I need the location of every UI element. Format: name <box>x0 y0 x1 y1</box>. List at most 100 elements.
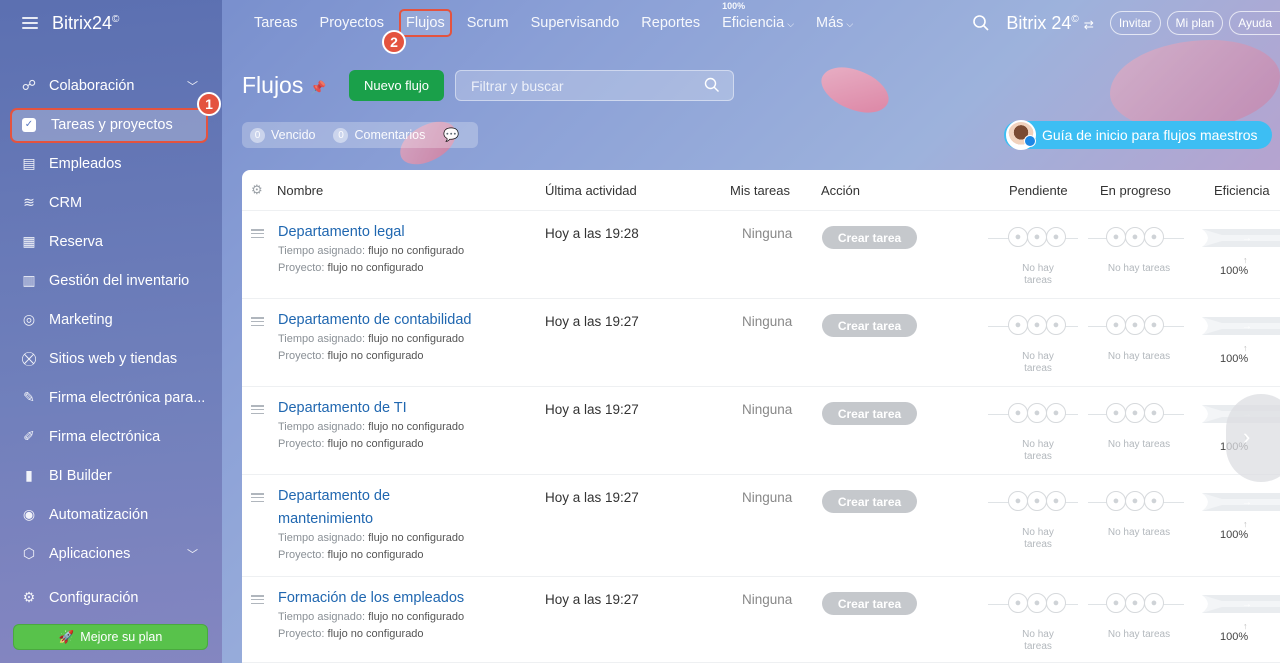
create-task-button[interactable]: Crear tarea <box>822 314 917 337</box>
sidebar-item-configuration[interactable]: ⚙ Configuración <box>0 578 222 617</box>
sidebar-item-2[interactable]: ▤ Empleados <box>0 144 222 183</box>
last-activity: Hoy a las 19:27 <box>545 314 639 329</box>
invite-button[interactable]: Invitar <box>1109 11 1161 35</box>
drag-handle-icon[interactable] <box>251 493 264 502</box>
guide-button[interactable]: Guía de inicio para flujos maestros <box>1004 120 1272 150</box>
help-button[interactable]: Ayuda <box>1229 11 1280 35</box>
avatar-group: ● ● ● <box>1106 315 1164 335</box>
tab-1[interactable]: Proyectos <box>320 15 384 31</box>
table-row[interactable]: Departamento de contabilidad Tiempo asign… <box>242 299 1280 387</box>
tab-label: Flujos <box>406 15 445 31</box>
sidebar-item-0[interactable]: ☍ Colaboración ﹀ <box>0 66 222 105</box>
tab-7[interactable]: Más ⌵ <box>816 15 853 31</box>
avatar-group: ● ● ● <box>1008 315 1066 335</box>
settings-toggle-icon[interactable]: ⇄ <box>1084 18 1094 32</box>
sidebar-item-9[interactable]: ✐ Firma electrónica <box>0 417 222 456</box>
marketing-icon: ◎ <box>22 311 36 327</box>
sidebar-item-5[interactable]: ▥ Gestión del inventario <box>0 261 222 300</box>
pending-avatars: ● ● ● <box>988 593 1078 613</box>
sidebar-item-4[interactable]: ▦ Reserva <box>0 222 222 261</box>
create-task-button[interactable]: Crear tarea <box>822 490 917 513</box>
my-plan-button[interactable]: Mi plan <box>1166 11 1224 35</box>
tab-4[interactable]: Supervisando <box>531 15 620 31</box>
upgrade-plan-button[interactable]: 🚀 Mejore su plan <box>13 624 208 650</box>
avatar-group: ● ● ● <box>1008 403 1066 423</box>
flow-name-link[interactable]: Departamento legal <box>278 221 498 244</box>
sidebar-item-11[interactable]: ◉ Automatización <box>0 495 222 534</box>
sidebar-item-3[interactable]: ≋ CRM <box>0 183 222 222</box>
cube-icon: ⬡ <box>22 545 36 561</box>
avatar-placeholder-icon: ● <box>1046 227 1066 247</box>
flow-name-link[interactable]: Departamento de mantenimiento <box>278 485 408 531</box>
drag-handle-icon[interactable] <box>251 595 264 604</box>
avatar-placeholder-icon: ● <box>1027 227 1047 247</box>
avatar-group: ● ● ● <box>1106 491 1164 511</box>
tab-3[interactable]: Scrum <box>467 15 509 31</box>
sidebar-item-6[interactable]: ◎ Marketing <box>0 300 222 339</box>
drag-handle-icon[interactable] <box>251 317 264 326</box>
bitrix-logo[interactable]: Bitrix 24© ⇄ <box>1006 13 1093 34</box>
sidebar-item-label: Aplicaciones <box>49 545 131 562</box>
table-row[interactable]: Departamento de TI Tiempo asignado: flujo… <box>242 387 1280 475</box>
overdue-counter[interactable]: 0 Vencido <box>250 127 315 143</box>
search-input[interactable] <box>455 70 734 101</box>
create-task-button[interactable]: Crear tarea <box>822 592 917 615</box>
tab-6[interactable]: 100% Eficiencia ⌵ <box>722 1 794 31</box>
sidebar-item-10[interactable]: ▮ BI Builder <box>0 456 222 495</box>
sidebar: Bitrix24© ☍ Colaboración ﹀ ✓ Tareas y proyec… <box>0 0 222 663</box>
col-efficiency: Eficiencia <box>1214 183 1270 198</box>
top-nav-tabs: Tareas Proyectos Flujos Scrum Supervisando Re… <box>254 1 875 37</box>
sidebar-item-8[interactable]: ✎ Firma electrónica para... <box>0 378 222 417</box>
avatar-placeholder-icon: ● <box>1106 315 1126 335</box>
col-my-tasks[interactable]: Mis tareas <box>730 183 790 198</box>
chevron-down-icon: ⌵ <box>846 19 854 29</box>
sidebar-item-1[interactable]: ✓ Tareas y proyectos <box>0 105 222 144</box>
col-activity[interactable]: Última actividad <box>545 183 637 198</box>
time-value: flujo no configurado <box>368 611 465 623</box>
project-label: Proyecto: <box>278 438 325 450</box>
menu-icon[interactable] <box>22 17 38 29</box>
flow-name-link[interactable]: Departamento de TI <box>278 397 498 420</box>
flow-meta: Tiempo asignado: flujo no configurado Pro… <box>278 331 464 365</box>
rocket-icon: 🚀 <box>58 629 75 644</box>
flow-name-link[interactable]: Formación de los empleados <box>278 587 498 610</box>
sidebar-item-7[interactable]: ⛒ Sitios web y tiendas <box>0 339 222 378</box>
counter-label: Comentarios <box>354 128 426 142</box>
checkbox-icon: ✓ <box>22 117 36 132</box>
read-all-icon[interactable]: 💬 <box>443 127 459 143</box>
tab-label: Reportes <box>641 15 701 31</box>
col-name[interactable]: Nombre <box>277 183 323 198</box>
chevron-down-icon[interactable]: ﹀ <box>187 546 198 562</box>
page-title: Flujos <box>242 72 304 98</box>
tab-2[interactable]: Flujos <box>399 9 452 37</box>
inventory-icon: ▥ <box>22 272 36 288</box>
my-tasks-value: Ninguna <box>742 226 793 241</box>
avatar-placeholder-icon: ● <box>1125 227 1145 247</box>
efficiency-funnel-icon: → <box>1202 595 1280 613</box>
pin-icon[interactable]: 📌 <box>310 80 326 96</box>
avatar-group: ● ● ● <box>1008 593 1066 613</box>
table-row[interactable]: Departamento de mantenimiento Tiempo asig… <box>242 475 1280 577</box>
search-icon[interactable] <box>972 14 990 32</box>
tab-5[interactable]: Reportes <box>641 15 700 31</box>
create-task-button[interactable]: Crear tarea <box>822 226 917 249</box>
flow-name-link[interactable]: Departamento de contabilidad <box>278 309 498 332</box>
table-row[interactable]: Formación de los empleados Tiempo asignad… <box>242 577 1280 663</box>
table-row[interactable]: Departamento legal Tiempo asignado: flujo… <box>242 211 1280 299</box>
avatar-placeholder-icon: ● <box>1046 491 1066 511</box>
tab-0[interactable]: Tareas <box>254 15 298 31</box>
svg-text:→: → <box>1242 599 1252 610</box>
scroll-right-button[interactable]: › <box>1226 394 1280 482</box>
drag-handle-icon[interactable] <box>251 229 264 238</box>
project-label: Proyecto: <box>278 350 325 362</box>
search-icon[interactable] <box>704 77 720 93</box>
drag-handle-icon[interactable] <box>251 405 264 414</box>
chevron-down-icon[interactable]: ﹀ <box>187 78 198 94</box>
new-flow-button[interactable]: Nuevo flujo <box>349 70 444 101</box>
sidebar-item-12[interactable]: ⬡ Aplicaciones ﹀ <box>0 534 222 573</box>
create-task-button[interactable]: Crear tarea <box>822 402 917 425</box>
avatar-placeholder-icon: ● <box>1125 315 1145 335</box>
app-logo[interactable]: Bitrix24© <box>52 13 119 34</box>
comments-counter[interactable]: 0 Comentarios <box>333 127 426 143</box>
settings-gear-icon[interactable]: ⚙ <box>251 182 263 198</box>
